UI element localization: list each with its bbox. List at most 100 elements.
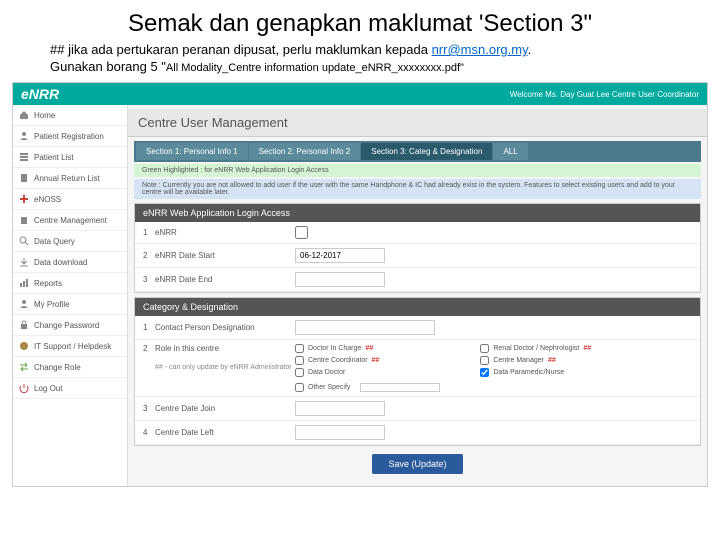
save-wrap: Save (Update)	[128, 446, 707, 482]
main-content: Centre User Management Section 1: Person…	[128, 105, 707, 486]
tab-section3[interactable]: Section 3: Categ & Designation	[361, 143, 492, 160]
slide-note: ## jika ada pertukaran peranan dipusat, …	[0, 42, 720, 59]
slide-subnote: Gunakan borang 5 "All Modality_Centre in…	[0, 59, 720, 82]
save-button[interactable]: Save (Update)	[372, 454, 462, 474]
row-num: 2	[143, 251, 155, 260]
sidebar-item-label: IT Support / Helpdesk	[34, 342, 111, 351]
search-icon	[19, 236, 29, 246]
row-label: Centre Date Join	[155, 404, 295, 413]
sidebar-item-logout[interactable]: Log Out	[13, 378, 127, 399]
checkbox[interactable]	[295, 368, 304, 377]
row-date-left: 4 Centre Date Left	[135, 421, 700, 445]
check-label: Renal Doctor / Nephrologist	[493, 345, 579, 352]
sidebar-item-centre-mgmt[interactable]: Centre Management	[13, 210, 127, 231]
role-label: Role in this centre	[155, 344, 219, 353]
user-icon	[19, 299, 29, 309]
sub-filename: All Modality_Centre information update_e…	[166, 62, 464, 74]
logo-nrr: NRR	[29, 86, 59, 102]
sidebar-item-profile[interactable]: My Profile	[13, 294, 127, 315]
sidebar-item-label: Change Role	[34, 363, 81, 372]
building-icon	[19, 215, 29, 225]
sidebar-item-enoss[interactable]: eNOSS	[13, 189, 127, 210]
email-link[interactable]: nrr@msn.org.my	[432, 42, 528, 57]
checkbox[interactable]	[295, 356, 304, 365]
sidebar-item-reports[interactable]: Reports	[13, 273, 127, 294]
role-renal-doctor[interactable]: Renal Doctor / Nephrologist ##	[480, 344, 591, 353]
row-label: eNRR Date Start	[155, 251, 295, 260]
sidebar-item-download[interactable]: Data download	[13, 252, 127, 273]
row-date-start: 2 eNRR Date Start	[135, 244, 700, 268]
logo-e: e	[21, 86, 29, 102]
home-icon	[19, 110, 29, 120]
lock-icon	[19, 320, 29, 330]
role-data-doctor[interactable]: Data Doctor	[295, 368, 440, 377]
blue-info-note: Note : Currently you are not allowed to …	[134, 179, 701, 199]
sidebar-item-patient-list[interactable]: Patient List	[13, 147, 127, 168]
check-label: Data Paramedic/Nurse	[493, 369, 564, 376]
sidebar-item-home[interactable]: Home	[13, 105, 127, 126]
sidebar-item-patient-reg[interactable]: Patient Registration	[13, 126, 127, 147]
note-suffix: .	[528, 42, 532, 57]
checkbox[interactable]	[480, 368, 489, 377]
enrr-checkbox[interactable]	[295, 226, 308, 239]
sidebar-item-label: eNOSS	[34, 195, 61, 204]
tab-section2[interactable]: Section 2: Personal Info 2	[249, 143, 361, 160]
doc-icon	[19, 173, 29, 183]
check-label: Other Specify	[308, 384, 350, 391]
date-join-input[interactable]	[295, 401, 385, 416]
row-designation: 1 Contact Person Designation	[135, 316, 700, 340]
checkbox[interactable]	[295, 383, 304, 392]
role-other: Other Specify	[295, 383, 440, 392]
designation-input[interactable]	[295, 320, 435, 335]
sidebar-item-label: Data Query	[34, 237, 75, 246]
login-access-box: eNRR Web Application Login Access 1 eNRR…	[134, 203, 701, 293]
checkbox[interactable]	[295, 344, 304, 353]
sidebar-item-label: Home	[34, 111, 55, 120]
green-highlight-note: Green Highlighted : for eNRR Web Applica…	[134, 164, 701, 177]
date-left-input[interactable]	[295, 425, 385, 440]
role-centre-coordinator[interactable]: Centre Coordinator##	[295, 356, 440, 365]
download-icon	[19, 257, 29, 267]
checkbox[interactable]	[480, 356, 489, 365]
check-label: Centre Manager	[493, 357, 544, 364]
sidebar-item-support[interactable]: IT Support / Helpdesk	[13, 336, 127, 357]
row-num: 2	[143, 344, 155, 353]
exit-icon	[19, 383, 29, 393]
sidebar-item-label: Data download	[34, 258, 87, 267]
sub-prefix: Gunakan borang 5 "	[50, 59, 166, 74]
sidebar: Home Patient Registration Patient List A…	[13, 105, 128, 486]
welcome-text: Welcome Ms. Day Guat Lee Centre User Coo…	[510, 90, 699, 99]
sidebar-item-label: Centre Management	[34, 216, 107, 225]
help-icon	[19, 341, 29, 351]
admin-marker: ##	[365, 345, 373, 352]
row-date-join: 3 Centre Date Join	[135, 397, 700, 421]
date-start-input[interactable]	[295, 248, 385, 263]
sidebar-item-label: Patient List	[34, 153, 74, 162]
row-label: Contact Person Designation	[155, 323, 295, 332]
row-label: Centre Date Left	[155, 428, 295, 437]
sidebar-item-password[interactable]: Change Password	[13, 315, 127, 336]
sidebar-item-role[interactable]: Change Role	[13, 357, 127, 378]
admin-marker: ##	[583, 345, 591, 352]
cross-icon	[19, 194, 29, 204]
sidebar-item-label: Patient Registration	[34, 132, 104, 141]
sidebar-item-label: My Profile	[34, 300, 70, 309]
sidebar-item-label: Log Out	[34, 384, 62, 393]
row-enrr: 1 eNRR	[135, 222, 700, 244]
section-tabs: Section 1: Personal Info 1 Section 2: Pe…	[134, 141, 701, 162]
role-centre-manager[interactable]: Centre Manager##	[480, 356, 591, 365]
sidebar-item-data-query[interactable]: Data Query	[13, 231, 127, 252]
check-label: Data Doctor	[308, 369, 345, 376]
date-end-input[interactable]	[295, 272, 385, 287]
checkbox[interactable]	[480, 344, 489, 353]
tab-section1[interactable]: Section 1: Personal Info 1	[136, 143, 248, 160]
other-specify-input[interactable]	[360, 383, 440, 392]
row-num: 3	[143, 275, 155, 284]
category-box: Category & Designation 1 Contact Person …	[134, 297, 701, 446]
row-role: 2 Role in this centre ## - can only upda…	[135, 340, 700, 397]
sidebar-item-annual[interactable]: Annual Return List	[13, 168, 127, 189]
role-data-paramedic[interactable]: Data Paramedic/Nurse	[480, 368, 591, 377]
tab-all[interactable]: ALL	[493, 143, 527, 160]
slide-title: Semak dan genapkan maklumat 'Section 3"	[0, 0, 720, 42]
role-doctor-in-charge[interactable]: Doctor In Charge##	[295, 344, 440, 353]
